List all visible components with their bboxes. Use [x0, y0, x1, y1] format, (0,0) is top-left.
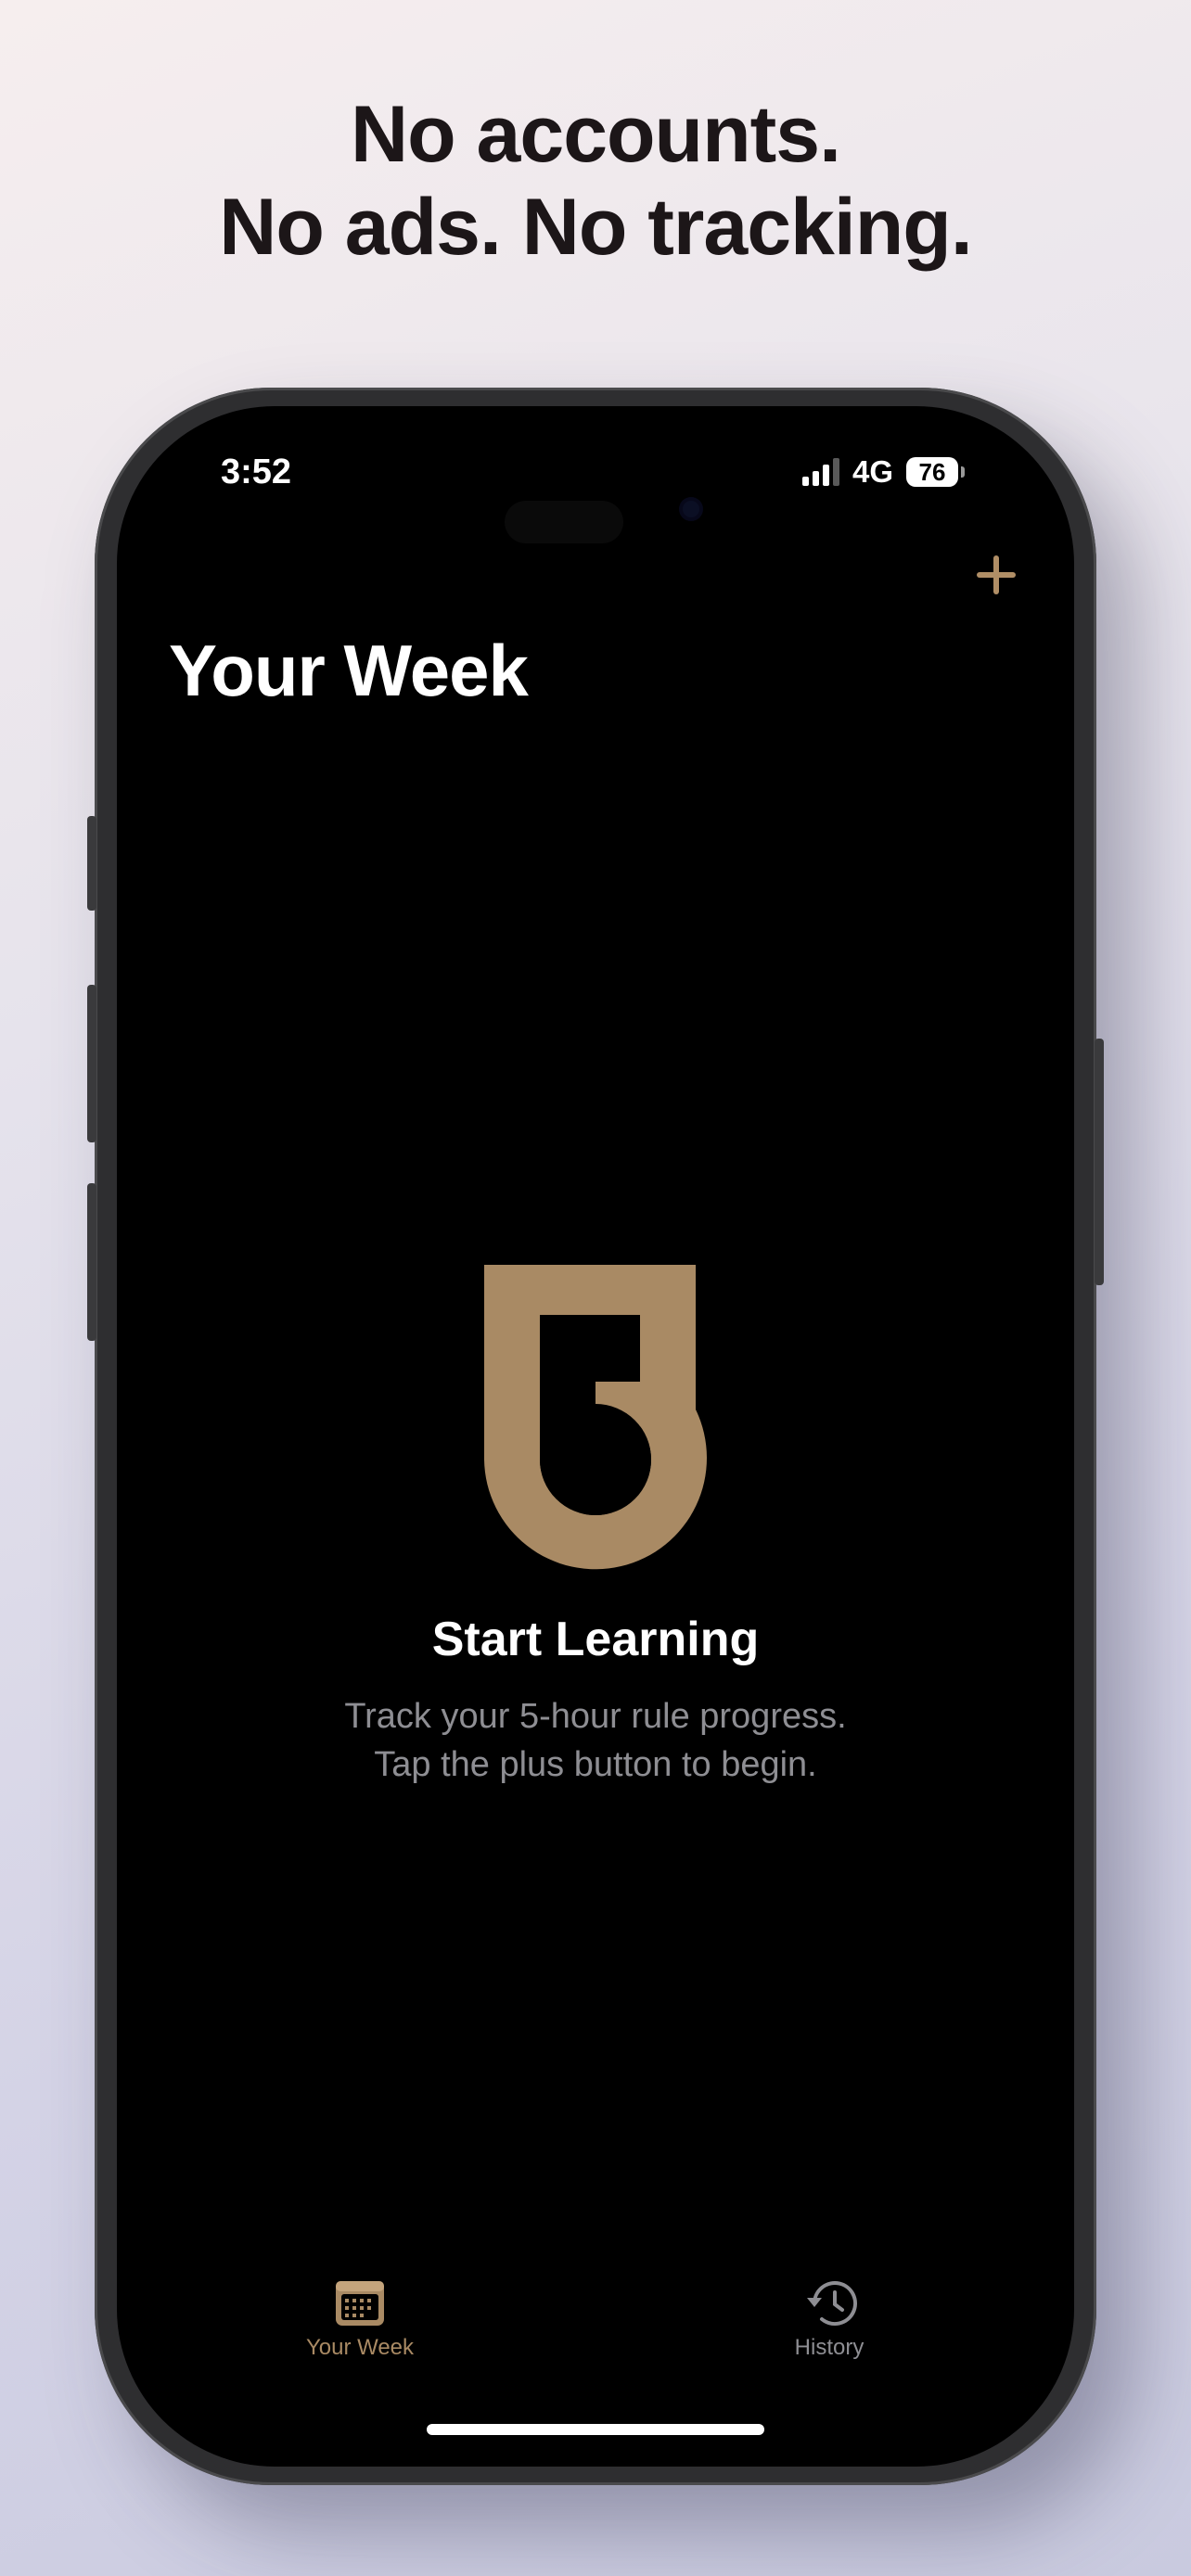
empty-state-title: Start Learning — [431, 1613, 760, 1666]
tab-history[interactable]: History — [709, 2279, 950, 2361]
cellular-signal-icon — [801, 458, 839, 486]
power-button — [1095, 1039, 1104, 1285]
battery-tip — [961, 466, 965, 478]
marketing-headline: No accounts. No ads. No tracking. — [0, 88, 1191, 274]
status-indicators: 4G 76 — [801, 454, 965, 490]
volume-down-button — [87, 1183, 96, 1341]
add-session-button[interactable] — [968, 547, 1024, 603]
action-button — [87, 816, 96, 911]
tab-your-week-label: Your Week — [305, 2335, 415, 2360]
dynamic-island — [467, 467, 724, 549]
page-title: Your Week — [169, 630, 529, 711]
five-logo-icon — [484, 1265, 707, 1570]
island-sensor — [505, 501, 623, 543]
empty-state-line-2: Tap the plus button to begin. — [374, 1745, 817, 1784]
battery-icon: 76 — [906, 457, 965, 487]
camera-lens — [683, 501, 699, 517]
headline-line-2: No ads. No tracking. — [219, 183, 973, 272]
home-indicator[interactable] — [427, 2424, 764, 2435]
status-time: 3:52 — [221, 453, 292, 491]
network-type: 4G — [852, 454, 893, 489]
tab-history-label: History — [794, 2335, 864, 2360]
headline-line-1: No accounts. — [351, 90, 841, 179]
battery-level: 76 — [906, 457, 958, 487]
volume-up-button — [87, 985, 96, 1142]
clock-history-icon — [807, 2281, 857, 2327]
empty-state-line-1: Track your 5-hour rule progress. — [344, 1697, 847, 1736]
app-screen: 3:52 4G 76 Your Week Start Learning Trac… — [117, 406, 1074, 2467]
tab-your-week[interactable]: Your Week — [239, 2279, 480, 2361]
calendar-icon — [336, 2281, 384, 2326]
